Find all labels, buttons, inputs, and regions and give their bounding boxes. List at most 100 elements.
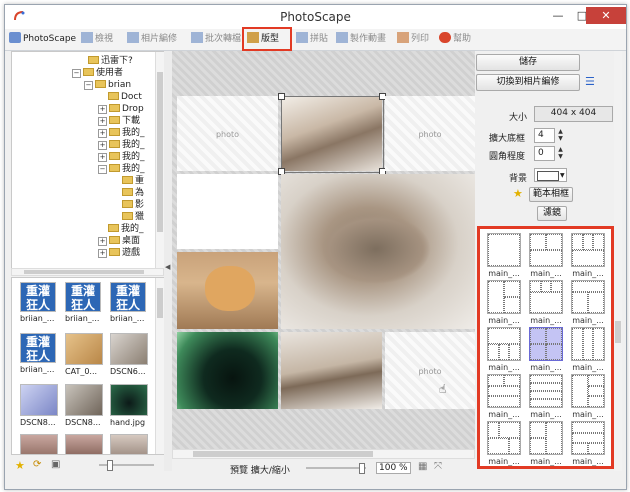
tree-item[interactable]: 獵 bbox=[122, 212, 144, 223]
resize-handle[interactable] bbox=[278, 93, 285, 100]
tab-editor[interactable]: 相片編修 bbox=[127, 32, 177, 47]
background-color-picker[interactable]: ▼ bbox=[534, 168, 567, 182]
scroll-thumb[interactable] bbox=[24, 270, 144, 274]
photo-placeholder-cell[interactable]: photo bbox=[385, 96, 475, 171]
tree-horizontal-scrollbar[interactable] bbox=[11, 268, 164, 276]
template-item[interactable]: main_... bbox=[569, 233, 607, 278]
filter-button[interactable]: 濾鏡 bbox=[537, 206, 567, 221]
thumbnail-size-slider[interactable] bbox=[99, 460, 154, 471]
scroll-thumb[interactable] bbox=[193, 451, 373, 457]
tab-gif[interactable]: 製作動畫 bbox=[336, 32, 386, 47]
template-item[interactable]: main_... bbox=[569, 421, 607, 466]
photo-cell-cat-large[interactable] bbox=[281, 174, 475, 329]
folder-tree[interactable]: 迅雷下? − 使用者 − brian Doct + Drop + 下載 + 我的_ + 我的… bbox=[11, 51, 166, 270]
tree-item[interactable]: 為 bbox=[122, 188, 144, 199]
star-icon[interactable]: ★ bbox=[513, 187, 523, 200]
tab-viewer[interactable]: 檢視 bbox=[81, 32, 113, 47]
tab-print[interactable]: 列印 bbox=[397, 32, 429, 47]
tree-item[interactable]: + 我的_ bbox=[98, 152, 145, 163]
tree-item[interactable]: + 我的_ bbox=[98, 128, 145, 139]
expand-icon[interactable]: + bbox=[98, 249, 107, 258]
template-item[interactable]: main_... bbox=[527, 280, 565, 325]
tree-item[interactable]: 重 bbox=[122, 176, 144, 187]
tab-combine[interactable]: 拼貼 bbox=[296, 32, 328, 47]
fit-screen-icon[interactable]: ⤧ bbox=[434, 461, 442, 472]
grid-icon[interactable]: ▦ bbox=[418, 461, 427, 472]
scroll-thumb[interactable] bbox=[615, 321, 621, 343]
template-item[interactable]: main_... bbox=[485, 280, 523, 325]
collapse-arrow-icon[interactable]: ◀ bbox=[165, 263, 170, 271]
template-item[interactable]: main_... bbox=[569, 280, 607, 325]
tree-item[interactable]: 影 bbox=[122, 200, 144, 211]
tree-item[interactable]: 我的_ bbox=[108, 224, 144, 235]
expand-icon[interactable]: + bbox=[98, 117, 107, 126]
tab-photoscape[interactable]: PhotoScape bbox=[9, 32, 76, 47]
expand-icon[interactable]: + bbox=[98, 141, 107, 150]
minimize-button[interactable]: — bbox=[546, 7, 570, 24]
template-item[interactable]: main_... bbox=[485, 327, 523, 372]
collapse-icon[interactable]: − bbox=[98, 165, 107, 174]
thumbnail-item[interactable]: DSCN8... bbox=[20, 384, 58, 427]
expand-icon[interactable]: + bbox=[98, 153, 107, 162]
tree-item[interactable]: + Drop bbox=[98, 104, 144, 115]
tree-item[interactable]: + 我的_ bbox=[98, 140, 145, 151]
expand-icon[interactable]: + bbox=[98, 105, 107, 114]
layout-template-list[interactable]: main_... main_... main_... main_... main_...… bbox=[477, 226, 614, 469]
slider-thumb[interactable] bbox=[107, 460, 113, 471]
template-item[interactable]: main_... bbox=[569, 374, 607, 419]
round-corner-spinner[interactable]: ▲ ▼ bbox=[556, 146, 565, 160]
zoom-value[interactable]: 100 % bbox=[376, 462, 411, 474]
thumbnail-item[interactable]: CAT_0... bbox=[65, 333, 103, 376]
thumbnail-item[interactable]: DSCN6... bbox=[110, 333, 148, 376]
tree-item[interactable]: − brian bbox=[84, 80, 131, 91]
tab-help[interactable]: 幫助 bbox=[439, 32, 471, 47]
template-item[interactable]: main_... bbox=[527, 233, 565, 278]
close-button[interactable]: ✕ bbox=[586, 7, 626, 24]
page-canvas[interactable]: photo photo 重灌 狂人 photo ☝ bbox=[172, 51, 475, 457]
tree-item[interactable]: − 我的_ bbox=[98, 164, 145, 175]
collapse-icon[interactable]: − bbox=[72, 69, 81, 78]
expand-border-spinner[interactable]: ▲ ▼ bbox=[556, 128, 565, 142]
zoom-slider[interactable] bbox=[306, 463, 366, 474]
collapse-icon[interactable]: − bbox=[84, 81, 93, 90]
refresh-icon[interactable]: ⟳ bbox=[33, 459, 41, 470]
switch-to-editor-button[interactable]: 切換到相片編修 bbox=[476, 74, 580, 91]
slider-thumb[interactable] bbox=[359, 463, 365, 474]
panel-collapse-strip[interactable]: ◀ bbox=[164, 51, 172, 471]
thumbnail-item[interactable] bbox=[65, 434, 103, 454]
scroll-thumb[interactable] bbox=[157, 72, 163, 232]
canvas-horizontal-scrollbar[interactable] bbox=[172, 449, 475, 459]
thumbnail-item[interactable]: hand.jpg bbox=[110, 384, 148, 427]
template-item[interactable]: main_... bbox=[527, 421, 565, 466]
photo-cell-hand[interactable] bbox=[177, 332, 278, 409]
round-corner-input[interactable]: 0 bbox=[534, 146, 555, 161]
tree-item[interactable]: − 使用者 bbox=[72, 68, 123, 79]
scroll-thumb[interactable] bbox=[157, 288, 163, 318]
template-item[interactable]: main_... bbox=[569, 327, 607, 372]
thumbnail-item[interactable]: DSCN8... bbox=[65, 384, 103, 427]
photo-cell-cat-floor[interactable] bbox=[281, 332, 382, 409]
template-item[interactable]: main_... bbox=[485, 233, 523, 278]
save-button[interactable]: 儲存 bbox=[476, 54, 580, 71]
template-item[interactable]: main_... bbox=[527, 374, 565, 419]
template-item[interactable]: main_... bbox=[485, 374, 523, 419]
photo-cell-cat-orange[interactable] bbox=[177, 252, 278, 329]
right-panel-scrollbar[interactable] bbox=[614, 51, 622, 471]
tree-item[interactable]: 迅雷下? bbox=[88, 56, 133, 67]
menu-list-icon[interactable]: ☰ bbox=[585, 75, 595, 88]
photo-cell-kanji-logo[interactable]: 重灌 狂人 bbox=[177, 174, 278, 249]
thumbnail-item[interactable] bbox=[20, 434, 58, 454]
tab-batch[interactable]: 批次轉檔 bbox=[191, 32, 241, 47]
photo-placeholder-cell[interactable]: photo ☝ bbox=[385, 332, 475, 409]
tree-item[interactable]: + 桌面 bbox=[98, 236, 140, 247]
thumbnail-item[interactable]: 重灌 狂人 briian_... bbox=[65, 282, 103, 323]
expand-icon[interactable]: + bbox=[98, 129, 107, 138]
tree-item[interactable]: + 遊戲 bbox=[98, 248, 140, 259]
thumbnail-item[interactable]: 重灌 狂人 briian_... bbox=[20, 333, 58, 374]
expand-icon[interactable]: + bbox=[98, 237, 107, 246]
tree-item[interactable]: Doct bbox=[108, 92, 142, 103]
star-icon[interactable]: ★ bbox=[15, 459, 25, 472]
template-frame-button[interactable]: 範本相框 bbox=[529, 187, 573, 202]
template-item[interactable]: main_... bbox=[485, 421, 523, 466]
photo-placeholder-cell[interactable]: photo bbox=[177, 96, 278, 171]
